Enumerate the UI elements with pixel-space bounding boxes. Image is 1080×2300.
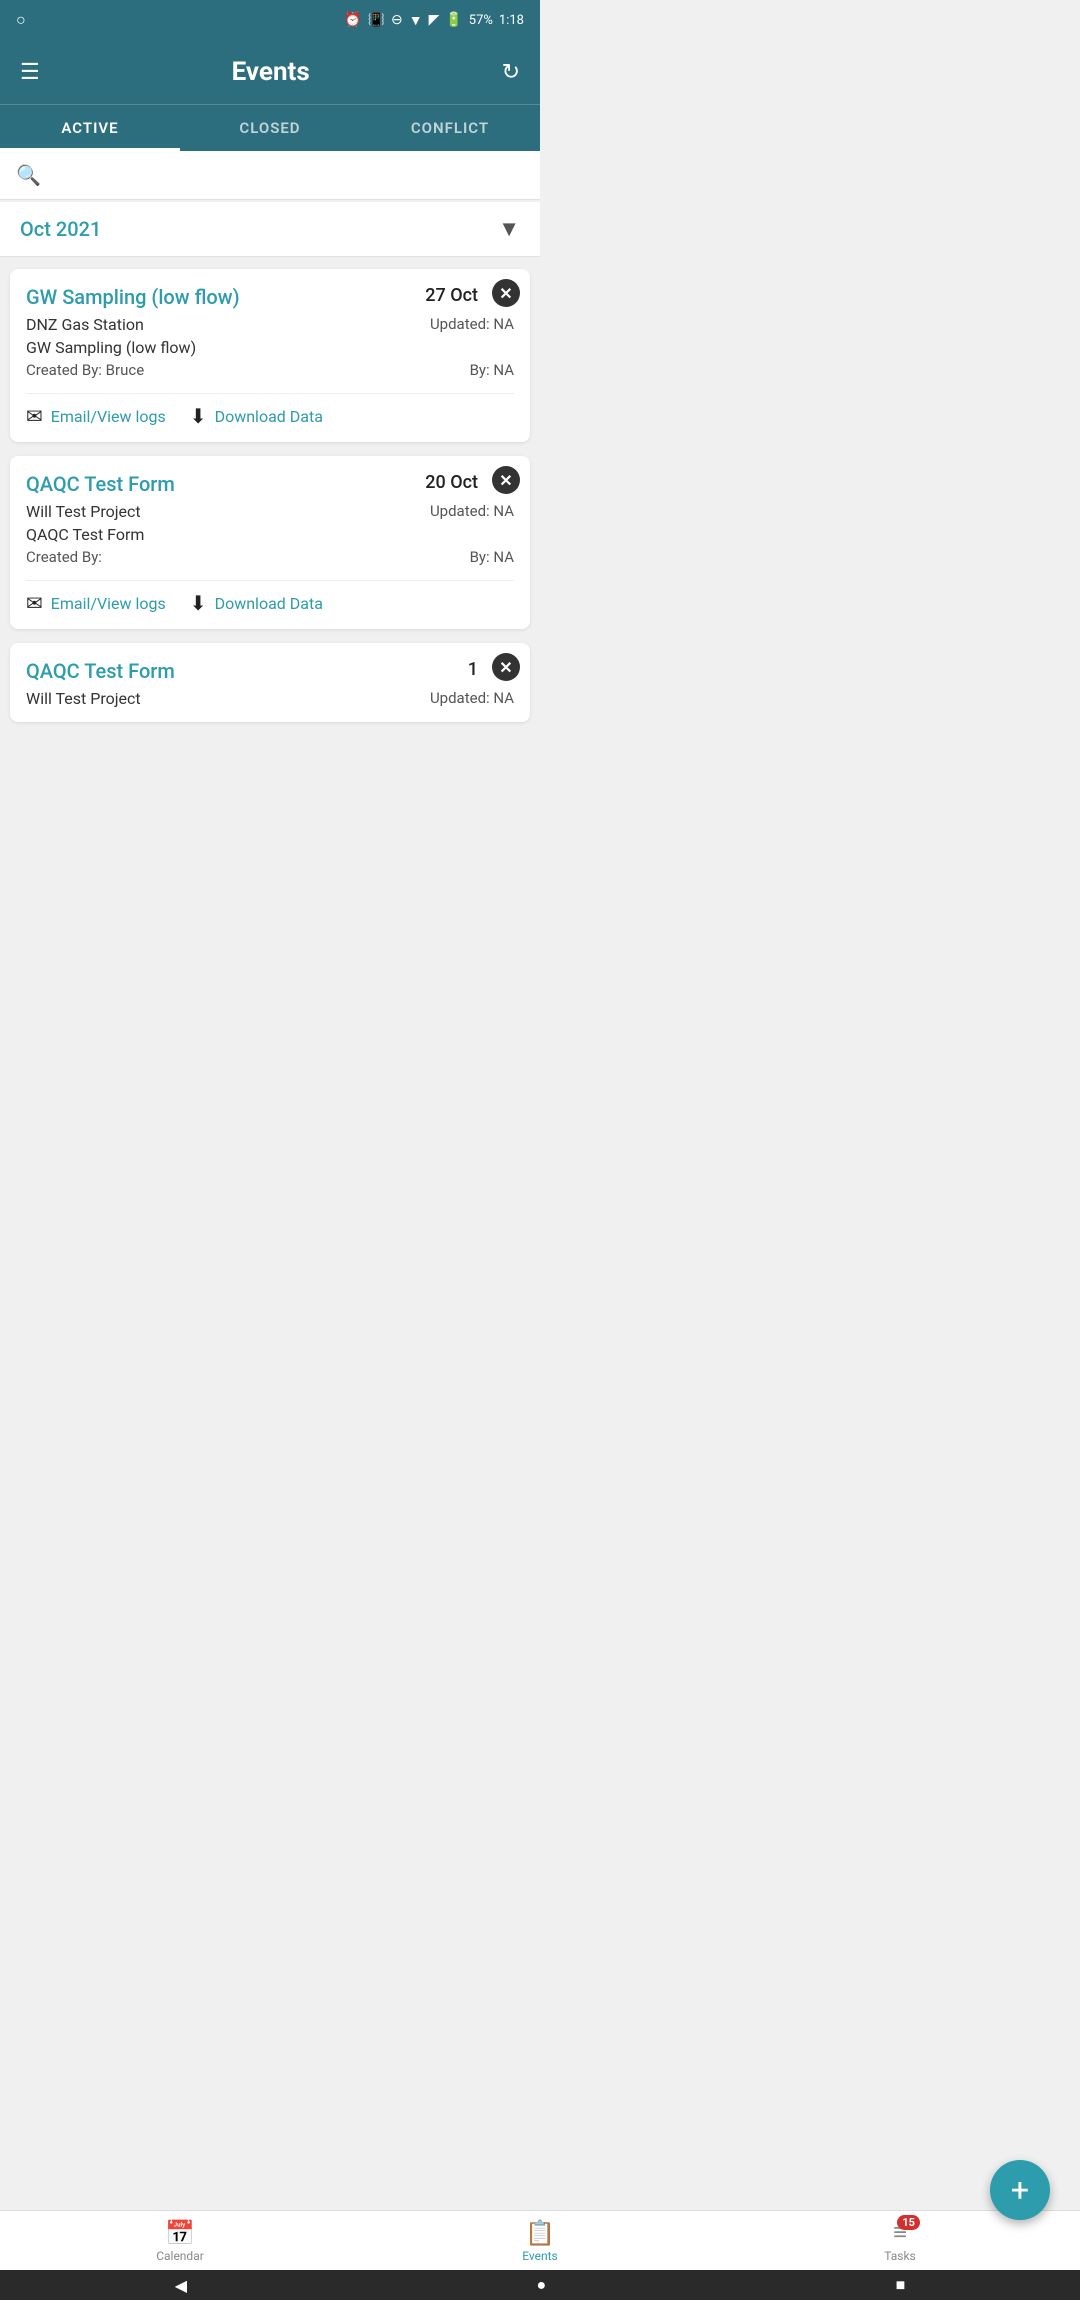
email-icon-1: ✉: [26, 404, 43, 428]
card-2-header: QAQC Test Form 20 Oct: [26, 472, 478, 496]
event-card-1: ✕ GW Sampling (low flow) 27 Oct DNZ Gas …: [10, 269, 530, 442]
nav-calendar[interactable]: 📅 Calendar: [0, 2211, 360, 2270]
calendar-icon: 📅: [165, 2219, 195, 2247]
card-1-by: By: NA: [470, 361, 514, 379]
card-3-row-1: Will Test Project Updated: NA: [26, 689, 514, 708]
month-filter[interactable]: Oct 2021 ▼: [0, 202, 540, 257]
download-icon-2: ⬇: [190, 591, 207, 615]
status-icons: ⏰ 📳 ⊖ ▼ ◤ 🔋 57% 1:18: [344, 12, 524, 29]
bottom-nav: 📅 Calendar 📋 Events ≡ 15 Tasks: [0, 2210, 1080, 2270]
card-2-location: Will Test Project: [26, 502, 141, 521]
tabs-bar: ACTIVE CLOSED CONFLICT: [0, 104, 540, 151]
events-icon: 📋: [525, 2219, 555, 2247]
alarm-icon: ⏰: [344, 12, 361, 28]
card-1-updated: Updated: NA: [430, 315, 514, 334]
wifi-icon: ▼: [409, 12, 423, 29]
tab-closed[interactable]: CLOSED: [180, 105, 360, 151]
events-list: ✕ GW Sampling (low flow) 27 Oct DNZ Gas …: [0, 257, 540, 734]
card-1-date: 27 Oct: [425, 285, 478, 306]
tasks-badge: 15: [897, 2215, 920, 2230]
time: 1:18: [499, 13, 524, 28]
home-button[interactable]: ●: [536, 2275, 546, 2295]
search-input[interactable]: [51, 166, 524, 184]
tab-conflict[interactable]: CONFLICT: [360, 105, 540, 151]
vibrate-icon: 📳: [368, 12, 385, 28]
email-logs-button-2[interactable]: ✉ Email/View logs: [26, 591, 166, 615]
card-3-title[interactable]: QAQC Test Form: [26, 659, 458, 683]
card-1-title[interactable]: GW Sampling (low flow): [26, 285, 415, 309]
card-3-date: 1: [468, 659, 478, 680]
menu-icon[interactable]: ☰: [20, 60, 40, 85]
download-data-button-1[interactable]: ⬇ Download Data: [190, 404, 323, 428]
battery-percent: 57%: [469, 13, 493, 28]
download-data-button-2[interactable]: ⬇ Download Data: [190, 591, 323, 615]
card-2-form-name: QAQC Test Form: [26, 525, 514, 544]
card-1-created-by: Created By: Bruce: [26, 361, 144, 379]
card-1-created-row: Created By: Bruce By: NA: [26, 361, 514, 379]
card-2-row-1: Will Test Project Updated: NA: [26, 502, 514, 521]
close-card-2-button[interactable]: ✕: [492, 466, 520, 494]
status-circle-icon: ○: [16, 10, 26, 30]
signal-icon: ◤: [429, 12, 440, 28]
card-3-header: QAQC Test Form 1: [26, 659, 478, 683]
event-card-3: ✕ QAQC Test Form 1 Will Test Project Upd…: [10, 643, 530, 722]
card-1-form-name: GW Sampling (low flow): [26, 338, 514, 357]
card-2-title[interactable]: QAQC Test Form: [26, 472, 415, 496]
chevron-down-icon[interactable]: ▼: [498, 216, 520, 242]
event-card-2: ✕ QAQC Test Form 20 Oct Will Test Projec…: [10, 456, 530, 629]
system-nav-bar: ◀ ● ■: [0, 2270, 1080, 2300]
card-1-header: GW Sampling (low flow) 27 Oct: [26, 285, 478, 309]
app-bar: ☰ Events ↻: [0, 40, 540, 104]
month-label: Oct 2021: [20, 217, 101, 241]
dnd-icon: ⊖: [391, 12, 403, 28]
search-bar: 🔍: [0, 151, 540, 200]
card-2-created-by: Created By:: [26, 548, 102, 566]
nav-events[interactable]: 📋 Events: [360, 2211, 720, 2270]
email-icon-2: ✉: [26, 591, 43, 615]
card-2-created-row: Created By: By: NA: [26, 548, 514, 566]
search-icon: 🔍: [16, 163, 41, 187]
tab-active[interactable]: ACTIVE: [0, 105, 180, 151]
email-logs-button-1[interactable]: ✉ Email/View logs: [26, 404, 166, 428]
close-card-1-button[interactable]: ✕: [492, 279, 520, 307]
app-title: Events: [232, 57, 310, 87]
card-2-date: 20 Oct: [425, 472, 478, 493]
nav-tasks[interactable]: ≡ 15 Tasks: [720, 2211, 1080, 2270]
card-1-row-1: DNZ Gas Station Updated: NA: [26, 315, 514, 334]
card-1-location: DNZ Gas Station: [26, 315, 144, 334]
back-button[interactable]: ◀: [175, 2276, 187, 2295]
card-3-location: Will Test Project: [26, 689, 141, 708]
refresh-icon[interactable]: ↻: [502, 60, 520, 85]
status-bar: ○ ⏰ 📳 ⊖ ▼ ◤ 🔋 57% 1:18: [0, 0, 540, 40]
close-card-3-button[interactable]: ✕: [492, 653, 520, 681]
battery-icon: 🔋: [445, 12, 462, 28]
recents-button[interactable]: ■: [896, 2275, 906, 2295]
add-event-fab[interactable]: +: [990, 2160, 1050, 2220]
card-2-by: By: NA: [470, 548, 514, 566]
card-2-actions: ✉ Email/View logs ⬇ Download Data: [26, 580, 514, 615]
download-icon-1: ⬇: [190, 404, 207, 428]
card-2-updated: Updated: NA: [430, 502, 514, 521]
card-1-actions: ✉ Email/View logs ⬇ Download Data: [26, 393, 514, 428]
card-3-updated: Updated: NA: [430, 689, 514, 708]
